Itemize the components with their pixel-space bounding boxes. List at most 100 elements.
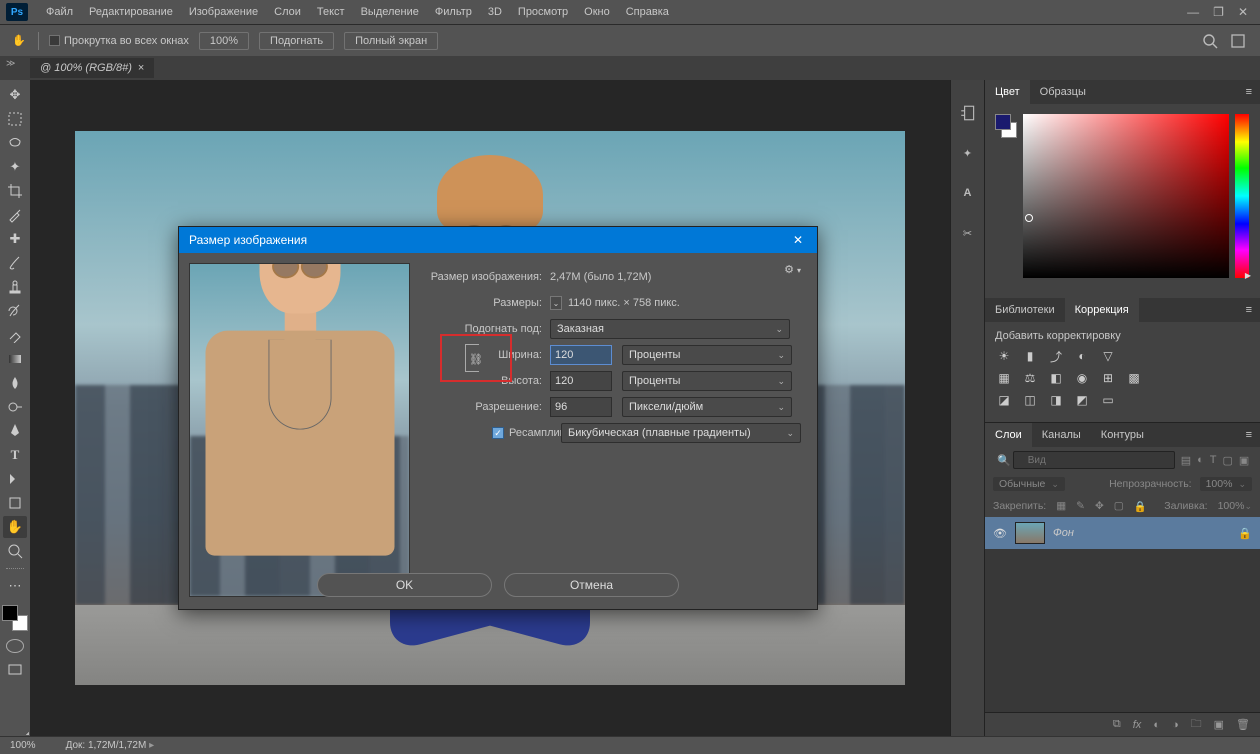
edit-toolbar-icon[interactable]: ⋯ bbox=[3, 575, 27, 597]
blend-mode-select[interactable]: Обычные⌄ bbox=[993, 477, 1065, 491]
layer-thumbnail[interactable] bbox=[1015, 522, 1045, 544]
menu-edit[interactable]: Редактирование bbox=[81, 6, 181, 18]
wand-tool[interactable]: ✦ bbox=[3, 156, 27, 178]
panel-menu-icon-3[interactable]: ≡ bbox=[1238, 429, 1260, 441]
menu-view[interactable]: Просмотр bbox=[510, 6, 576, 18]
tools-panel-icon[interactable]: ✂ bbox=[959, 224, 977, 242]
dimensions-unit-dropdown[interactable]: ⌄ bbox=[550, 296, 562, 310]
dialog-titlebar[interactable]: Размер изображения ✕ bbox=[179, 227, 817, 253]
brush-tool[interactable] bbox=[3, 252, 27, 274]
layer-filter-input[interactable] bbox=[1013, 451, 1175, 469]
character-panel-icon[interactable]: A bbox=[959, 184, 977, 202]
zoom-tool[interactable] bbox=[3, 540, 27, 562]
lock-pos-icon[interactable]: ✥ bbox=[1095, 500, 1104, 512]
dialog-close-icon[interactable]: ✕ bbox=[789, 233, 807, 247]
gradient-tool[interactable] bbox=[3, 348, 27, 370]
layer-name-label[interactable]: Фон bbox=[1053, 527, 1074, 539]
resolution-unit-select[interactable]: Пиксели/дюйм⌄ bbox=[622, 397, 792, 417]
tab-channels[interactable]: Каналы bbox=[1032, 423, 1091, 447]
bw-icon[interactable]: ◧ bbox=[1047, 370, 1065, 386]
lasso-tool[interactable] bbox=[3, 132, 27, 154]
selective-icon[interactable]: ◩ bbox=[1073, 392, 1091, 408]
eraser-tool[interactable] bbox=[3, 324, 27, 346]
fullscreen-button[interactable]: Полный экран bbox=[344, 32, 438, 50]
color-swatch[interactable] bbox=[2, 605, 28, 631]
balance-icon[interactable]: ⚖ bbox=[1021, 370, 1039, 386]
resample-checkbox[interactable]: ✓ bbox=[492, 427, 504, 439]
mixer-icon[interactable]: ⊞ bbox=[1099, 370, 1117, 386]
shape-tool[interactable] bbox=[3, 492, 27, 514]
visibility-icon[interactable]: 👁 bbox=[993, 527, 1007, 540]
eyedropper-tool[interactable] bbox=[3, 204, 27, 226]
filter-smart-icon[interactable]: ▣ bbox=[1239, 454, 1249, 467]
photo-filter-icon[interactable]: ◉ bbox=[1073, 370, 1091, 386]
filter-shape-icon[interactable]: ▢ bbox=[1223, 454, 1233, 467]
fg-bg-swatch[interactable] bbox=[995, 114, 1017, 138]
filter-type-icon[interactable]: T bbox=[1210, 454, 1217, 466]
stamp-tool[interactable] bbox=[3, 276, 27, 298]
document-tab[interactable]: @ 100% (RGB/8#) × bbox=[30, 58, 154, 78]
new-adj-icon[interactable]: ◑ bbox=[1172, 719, 1179, 731]
brightness-icon[interactable]: ☀ bbox=[995, 348, 1013, 364]
width-unit-select[interactable]: Проценты⌄ bbox=[622, 345, 792, 365]
menu-image[interactable]: Изображение bbox=[181, 6, 266, 18]
tab-libraries[interactable]: Библиотеки bbox=[985, 298, 1065, 322]
history-panel-icon[interactable] bbox=[959, 104, 977, 122]
history-brush-tool[interactable] bbox=[3, 300, 27, 322]
filter-adj-icon[interactable]: ◐ bbox=[1197, 454, 1204, 466]
menu-filter[interactable]: Фильтр bbox=[427, 6, 480, 18]
lock-all-icon[interactable]: 🔒 bbox=[1134, 500, 1147, 513]
tab-swatches[interactable]: Образцы bbox=[1030, 80, 1096, 104]
fit-to-select[interactable]: Заказная⌄ bbox=[550, 319, 790, 339]
marquee-tool[interactable] bbox=[3, 108, 27, 130]
cancel-button[interactable]: Отмена bbox=[504, 573, 679, 597]
status-doc-size[interactable]: Док: 1,72M/1,72M ▸ bbox=[66, 740, 155, 751]
hand-tool[interactable]: ✋ bbox=[3, 516, 27, 538]
resample-select[interactable]: Бикубическая (плавные градиенты)⌄ bbox=[561, 423, 801, 443]
crop-tool[interactable] bbox=[3, 180, 27, 202]
maximize-icon[interactable]: ❐ bbox=[1213, 5, 1224, 19]
panel-menu-icon[interactable]: ≡ bbox=[1238, 86, 1260, 98]
tab-adjustments[interactable]: Коррекция bbox=[1065, 298, 1139, 322]
panel-menu-icon-2[interactable]: ≡ bbox=[1238, 304, 1260, 316]
levels-icon[interactable]: ▮ bbox=[1021, 348, 1039, 364]
menu-text[interactable]: Текст bbox=[309, 6, 353, 18]
quick-mask-icon[interactable] bbox=[6, 639, 24, 653]
mask-icon[interactable]: ◐ bbox=[1153, 719, 1160, 731]
curves-icon[interactable]: ⤴ bbox=[1047, 348, 1065, 364]
minimize-icon[interactable]: — bbox=[1187, 5, 1199, 19]
threshold-icon[interactable]: ◨ bbox=[1047, 392, 1065, 408]
close-tab-icon[interactable]: × bbox=[138, 62, 144, 74]
frame-icon[interactable] bbox=[1230, 33, 1246, 49]
link-layers-icon[interactable]: ⧉ bbox=[1113, 718, 1121, 731]
height-input[interactable] bbox=[550, 371, 612, 391]
color-field[interactable] bbox=[1023, 114, 1229, 278]
path-tool[interactable] bbox=[3, 468, 27, 490]
lock-artboard-icon[interactable]: ▢ bbox=[1114, 500, 1124, 512]
height-unit-select[interactable]: Проценты⌄ bbox=[622, 371, 792, 391]
fx-icon[interactable]: fx bbox=[1133, 719, 1142, 731]
gradient-map-icon[interactable]: ▭ bbox=[1099, 392, 1117, 408]
width-input[interactable] bbox=[550, 345, 612, 365]
move-tool[interactable]: ✥ bbox=[3, 84, 27, 106]
new-layer-icon[interactable]: ▣ bbox=[1214, 718, 1224, 731]
layer-row[interactable]: 👁 Фон 🔒 bbox=[985, 517, 1260, 549]
screen-mode-icon[interactable] bbox=[3, 659, 27, 681]
tab-layers[interactable]: Слои bbox=[985, 423, 1032, 447]
delete-icon[interactable]: 🗑 bbox=[1236, 718, 1250, 731]
dodge-tool[interactable] bbox=[3, 396, 27, 418]
close-window-icon[interactable]: ✕ bbox=[1238, 5, 1248, 19]
filter-image-icon[interactable]: ▤ bbox=[1181, 454, 1191, 467]
resolution-input[interactable] bbox=[550, 397, 612, 417]
posterize-icon[interactable]: ◫ bbox=[1021, 392, 1039, 408]
layer-lock-icon[interactable]: 🔒 bbox=[1238, 527, 1252, 540]
menu-help[interactable]: Справка bbox=[618, 6, 677, 18]
menu-file[interactable]: Файл bbox=[38, 6, 81, 18]
pen-tool[interactable] bbox=[3, 420, 27, 442]
menu-window[interactable]: Окно bbox=[576, 6, 618, 18]
menu-select[interactable]: Выделение bbox=[353, 6, 427, 18]
hand-tool-icon[interactable]: ✋ bbox=[10, 32, 28, 50]
exposure-icon[interactable]: ◐ bbox=[1073, 348, 1091, 364]
tab-paths[interactable]: Контуры bbox=[1091, 423, 1154, 447]
dialog-gear-icon[interactable]: ⚙ ▾ bbox=[784, 263, 801, 276]
